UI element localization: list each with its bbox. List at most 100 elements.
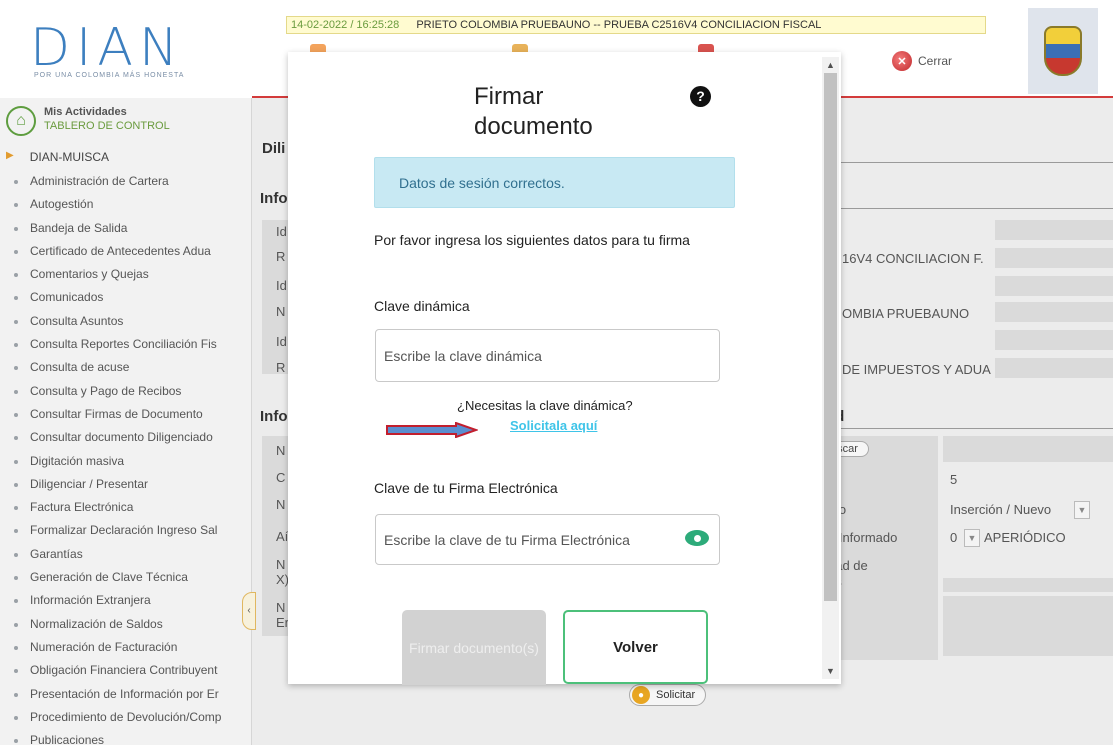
dynamic-key-input[interactable] bbox=[375, 329, 720, 382]
sidebar-item[interactable]: Presentación de Información por Er bbox=[0, 683, 251, 706]
scroll-thumb[interactable] bbox=[824, 73, 837, 601]
sidebar-item[interactable]: Comentarios y Quejas bbox=[0, 263, 251, 286]
logo-text: DIAN bbox=[30, 18, 184, 78]
sidebar-item[interactable]: Garantías bbox=[0, 543, 251, 566]
field-value: OMBIA PRUEBAUNO bbox=[842, 306, 970, 321]
colombia-crest-icon bbox=[1028, 8, 1098, 94]
value-box bbox=[995, 302, 1113, 322]
signature-key-input[interactable] bbox=[375, 514, 720, 565]
divider bbox=[826, 428, 1113, 429]
value-box bbox=[943, 436, 1113, 462]
scroll-down-icon[interactable]: ▼ bbox=[822, 663, 839, 679]
sidebar-title: Mis Actividades bbox=[44, 106, 127, 118]
sidebar-item[interactable]: Bandeja de Salida bbox=[0, 217, 251, 240]
sidebar-item[interactable]: Consultar documento Diligenciado bbox=[0, 426, 251, 449]
divider bbox=[840, 208, 1113, 209]
row-label: N bbox=[276, 304, 286, 319]
help-icon[interactable]: ? bbox=[690, 86, 711, 107]
section-title: Info bbox=[260, 190, 288, 207]
section-title: Info bbox=[260, 408, 288, 425]
dynamic-key-label: Clave dinámica bbox=[374, 298, 470, 314]
collapse-sidebar-button[interactable]: ‹ bbox=[242, 592, 256, 630]
sidebar-item[interactable]: Formalizar Declaración Ingreso Sal bbox=[0, 519, 251, 542]
row-label: Id bbox=[276, 278, 287, 293]
sidebar-item[interactable]: Publicaciones bbox=[0, 729, 251, 745]
section-title: Dili bbox=[262, 140, 286, 157]
row-label: R bbox=[276, 360, 286, 375]
eye-icon[interactable] bbox=[685, 530, 709, 546]
sidebar-item[interactable]: Generación de Clave Técnica bbox=[0, 566, 251, 589]
row-label: Aí bbox=[276, 529, 289, 544]
sidebar-item[interactable]: Diligenciar / Presentar bbox=[0, 473, 251, 496]
instruction-text: Por favor ingresa los siguientes datos p… bbox=[374, 232, 690, 248]
solicitar-button[interactable]: ● Solicitar bbox=[629, 684, 707, 706]
modal-title: Firmar documento bbox=[474, 83, 593, 140]
sidebar-item[interactable]: Normalización de Saldos bbox=[0, 613, 251, 636]
session-date: 14-02-2022 / 16:25:28 bbox=[291, 19, 400, 31]
field-value: 0 bbox=[950, 530, 958, 545]
sidebar: ⌂ Mis Actividades TABLERO DE CONTROL ▶ D… bbox=[0, 98, 252, 745]
tree-root-label: DIAN-MUISCA bbox=[29, 150, 110, 164]
field-value: DE IMPUESTOS Y ADUA bbox=[842, 362, 991, 377]
row-label: Id bbox=[276, 334, 287, 349]
solicitar-label: Solicitar bbox=[656, 689, 696, 701]
value-box bbox=[943, 596, 1113, 656]
home-icon: ⌂ bbox=[6, 106, 36, 136]
sidebar-item[interactable]: Factura Electrónica bbox=[0, 496, 251, 519]
signature-key-label: Clave de tu Firma Electrónica bbox=[374, 480, 558, 496]
back-button[interactable]: Volver bbox=[563, 610, 708, 684]
sign-documents-button[interactable]: Firmar documento(s) bbox=[402, 610, 546, 685]
request-key-link[interactable]: Solicitala aquí bbox=[510, 418, 597, 433]
sidebar-item[interactable]: Consultar Firmas de Documento bbox=[0, 403, 251, 426]
sidebar-subtitle: TABLERO DE CONTROL bbox=[44, 120, 170, 132]
sidebar-item[interactable]: Consulta y Pago de Recibos bbox=[0, 380, 251, 403]
sidebar-item[interactable]: Procedimiento de Devolución/Comp bbox=[0, 706, 251, 729]
mis-actividades[interactable]: ⌂ Mis Actividades TABLERO DE CONTROL bbox=[6, 106, 170, 136]
close-label: Cerrar bbox=[918, 54, 953, 68]
session-user: PRIETO COLOMBIA PRUEBAUNO -- PRUEBA C251… bbox=[416, 19, 822, 31]
row-label: N bbox=[276, 497, 286, 512]
label-column bbox=[826, 436, 938, 660]
chevron-down-icon[interactable]: ▼ bbox=[1074, 501, 1090, 519]
close-icon: ✕ bbox=[892, 51, 912, 71]
sidebar-item[interactable]: Consulta Asuntos bbox=[0, 310, 251, 333]
sidebar-item[interactable]: Comunicados bbox=[0, 286, 251, 309]
sidebar-item[interactable]: Consulta de acuse bbox=[0, 356, 251, 379]
row-label: N bbox=[276, 443, 286, 458]
value-box bbox=[995, 276, 1113, 296]
person-icon: ● bbox=[632, 686, 650, 704]
sidebar-item[interactable]: Certificado de Antecedentes Adua bbox=[0, 240, 251, 263]
sidebar-item[interactable]: Información Extranjera bbox=[0, 589, 251, 612]
logo-tagline: POR UNA COLOMBIA MÁS HONESTA bbox=[34, 72, 185, 79]
sidebar-item[interactable]: Digitación masiva bbox=[0, 450, 251, 473]
tree-root[interactable]: ▶ DIAN-MUISCA bbox=[6, 150, 109, 164]
row-label: Id bbox=[276, 224, 287, 239]
dian-logo: DIAN POR UNA COLOMBIA MÁS HONESTA bbox=[8, 6, 252, 94]
session-info-bar: 14-02-2022 / 16:25:28 PRIETO COLOMBIA PR… bbox=[286, 16, 986, 34]
annotation-arrow-icon bbox=[386, 422, 478, 438]
chevron-down-icon[interactable]: ▼ bbox=[964, 529, 980, 547]
field-value: APERIÓDICO bbox=[984, 530, 1066, 545]
divider bbox=[840, 162, 1113, 163]
row-label: R bbox=[276, 249, 286, 264]
sidebar-menu: Administración de Cartera Autogestión Ba… bbox=[0, 170, 251, 745]
row-label: C bbox=[276, 470, 286, 485]
close-session-button[interactable]: ✕ Cerrar bbox=[892, 50, 952, 72]
crest-shield bbox=[1044, 26, 1082, 76]
value-box bbox=[995, 358, 1113, 378]
value-box bbox=[995, 330, 1113, 350]
modal-scrollbar[interactable]: ▲ ▼ bbox=[822, 57, 839, 679]
sidebar-item[interactable]: Autogestión bbox=[0, 193, 251, 216]
sidebar-item[interactable]: Consulta Reportes Conciliación Fis bbox=[0, 333, 251, 356]
value-box bbox=[995, 220, 1113, 240]
value-box bbox=[943, 578, 1113, 592]
sidebar-item[interactable]: Numeración de Facturación bbox=[0, 636, 251, 659]
session-alert: Datos de sesión correctos. bbox=[374, 157, 735, 208]
field-value: 16V4 CONCILIACION F. bbox=[842, 251, 984, 266]
sidebar-item[interactable]: Administración de Cartera bbox=[0, 170, 251, 193]
field-value: Inserción / Nuevo bbox=[950, 502, 1052, 517]
field-value: 5 bbox=[950, 472, 958, 487]
sidebar-item[interactable]: Obligación Financiera Contribuyent bbox=[0, 659, 251, 682]
triangle-right-icon: ▶ bbox=[6, 150, 14, 161]
scroll-up-icon[interactable]: ▲ bbox=[822, 57, 839, 73]
